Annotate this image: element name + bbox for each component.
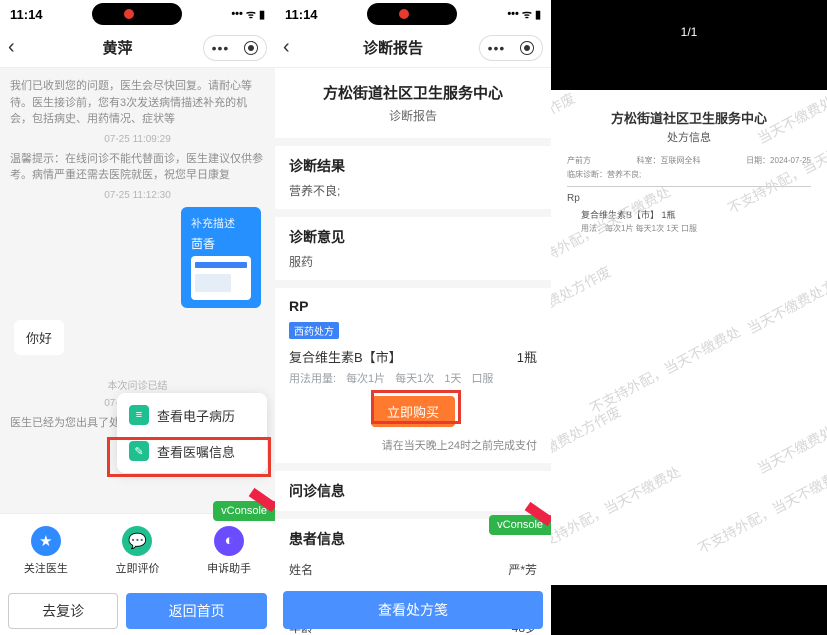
doc-title: 方松街道社区卫生服务中心 (567, 108, 811, 127)
report-header: 方松街道社区卫生服务中心 诊断报告 (275, 68, 551, 138)
close-ring-icon[interactable] (244, 41, 258, 55)
timestamp: 07-25 11:12:30 (10, 190, 265, 201)
rx-type-tag: 西药处方 (289, 322, 339, 339)
menu-view-advice[interactable]: ✎ 查看医嘱信息 (117, 433, 267, 469)
supplement-text: 茴香 (191, 235, 251, 252)
chat-icon: 💬 (122, 526, 152, 556)
phone-report: 11:14 •••ᯤ▮ ‹ 诊断报告 ••• 方松街道社区卫生服务中心 诊断报告… (275, 0, 551, 635)
back-icon[interactable]: ‹ (8, 36, 32, 59)
notch (92, 3, 182, 25)
watermark: 当天不缴费处方作废 (754, 402, 827, 479)
notch (367, 3, 457, 25)
watermark: 不支持外配，当天不缴费处 (551, 462, 684, 559)
watermark: 当天不缴费处方作废 (744, 262, 827, 339)
action-grid: ★关注医生 💬立即评价 ◐申诉助手 (0, 513, 275, 587)
page-indicator: 1/1 (681, 25, 698, 39)
revisit-button[interactable]: 去复诊 (8, 593, 118, 629)
close-ring-icon[interactable] (520, 41, 534, 55)
watermark: 不支持外配，当天不缴费处 (586, 322, 744, 419)
status-time: 11:14 (10, 7, 43, 22)
star-icon: ★ (31, 526, 61, 556)
rp-label: Rp (567, 193, 811, 204)
back-icon[interactable]: ‹ (283, 36, 307, 59)
usage-row: 用法用量:每次1片每天1次1天口服 (289, 370, 537, 386)
drug-name: 复合维生素B【市】 (289, 347, 402, 366)
user-message: 补充描述 茴香 (181, 207, 261, 308)
status-icons: •••ᯤ▮ (231, 7, 265, 22)
title-bar: ‹ 黄萍 ••• (0, 28, 275, 68)
diagnosis-result-card: 诊断结果 营养不良; (275, 146, 551, 209)
rp-label: RP (289, 298, 537, 314)
bottom-buttons: 去复诊 返回首页 (0, 587, 275, 635)
consult-info-title: 问诊信息 (275, 471, 551, 511)
miniprogram-capsule[interactable]: ••• (203, 35, 267, 61)
session-end: 本次问诊已结 (10, 377, 265, 392)
diagnosis-opinion-card: 诊断意见 服药 (275, 217, 551, 280)
viewer-header: 1/1 (551, 0, 827, 64)
chat-area: 我们已收到您的问题，医生会尽快回复。请耐心等待。医生接诊前，您有3次发送病情描述… (0, 68, 275, 525)
menu-label: 查看电子病历 (157, 406, 235, 425)
watermark: 当天不缴费处方作废 (551, 402, 624, 479)
page-title: 诊断报告 (307, 37, 479, 58)
prescription-document[interactable]: 方松街道社区卫生服务中心 处方信息 产前方科室：互联网全科日期：2024-07-… (551, 90, 827, 585)
watermark: 不支持外配，当天不缴费处 (694, 462, 827, 559)
title-bar: ‹ 诊断报告 ••• (275, 28, 551, 68)
status-bar: 11:14 •••ᯤ▮ (275, 0, 551, 28)
advice-icon: ✎ (129, 441, 149, 461)
doc-usage: 用法：每次1片 每天1次 1天 口服 (581, 223, 811, 234)
page-title: 黄萍 (32, 37, 203, 58)
supplement-label: 补充描述 (191, 215, 251, 231)
report-body: 方松街道社区卫生服务中心 诊断报告 诊断结果 营养不良; 诊断意见 服药 RP … (275, 68, 551, 635)
help-icon: ◐ (214, 526, 244, 556)
home-button[interactable]: 返回首页 (126, 593, 267, 629)
section-title: 诊断结果 (289, 156, 537, 176)
more-icon[interactable]: ••• (488, 41, 506, 55)
record-icon: ≡ (129, 405, 149, 425)
appeal-helper[interactable]: ◐申诉助手 (207, 526, 251, 576)
system-message: 我们已收到您的问题，医生会尽快回复。请耐心等待。医生接诊前，您有3次发送病情描述… (10, 78, 265, 128)
pay-deadline-note: 请在当天晚上24时之前完成支付 (289, 437, 537, 453)
follow-doctor[interactable]: ★关注医生 (24, 526, 68, 576)
label-name: 姓名 (289, 561, 313, 578)
center-name: 方松街道社区卫生服务中心 (285, 82, 541, 103)
vconsole-button[interactable]: vConsole (213, 501, 275, 521)
doctor-message: 你好 (14, 320, 64, 355)
miniprogram-capsule[interactable]: ••• (479, 35, 543, 61)
section-title: 诊断意见 (289, 227, 537, 247)
system-tip: 温馨提示：在线问诊不能代替面诊，医生建议仅供参考。病情严重还需去医院就医，祝您早… (10, 151, 265, 184)
menu-view-record[interactable]: ≡ 查看电子病历 (117, 397, 267, 433)
rp-card: RP 西药处方 复合维生素B【市】 1瓶 用法用量:每次1片每天1次1天口服 立… (275, 288, 551, 463)
doc-drug: 复合维生素B【市】 1瓶 (581, 208, 811, 221)
timestamp: 07-25 11:09:29 (10, 134, 265, 145)
watermark: 当天不缴费处方作废 (551, 262, 614, 339)
buy-now-button[interactable]: 立即购买 (371, 396, 455, 427)
view-rx-button[interactable]: 查看处方笺 (283, 591, 543, 629)
status-time: 11:14 (285, 7, 318, 22)
report-subtitle: 诊断报告 (285, 107, 541, 124)
phone-chat: 11:14 •••ᯤ▮ ‹ 黄萍 ••• 我们已收到您的问题，医生会尽快回复。请… (0, 0, 275, 635)
phone-prescription-view: 1/1 方松街道社区卫生服务中心 处方信息 产前方科室：互联网全科日期：2024… (551, 0, 827, 635)
status-bar: 11:14 •••ᯤ▮ (0, 0, 275, 28)
more-icon[interactable]: ••• (212, 41, 230, 55)
value-name: 严*芳 (508, 561, 537, 578)
action-menu: ≡ 查看电子病历 ✎ 查看医嘱信息 (117, 393, 267, 473)
status-icons: •••ᯤ▮ (507, 7, 541, 22)
vconsole-button[interactable]: vConsole (489, 515, 551, 535)
rate-now[interactable]: 💬立即评价 (115, 526, 159, 576)
drug-qty: 1瓶 (517, 347, 537, 366)
diagnosis-result: 营养不良; (289, 182, 537, 199)
doc-subtitle: 处方信息 (567, 129, 811, 145)
attachment-thumb[interactable] (191, 256, 251, 300)
menu-label: 查看医嘱信息 (157, 442, 235, 461)
diagnosis-opinion: 服药 (289, 253, 537, 270)
